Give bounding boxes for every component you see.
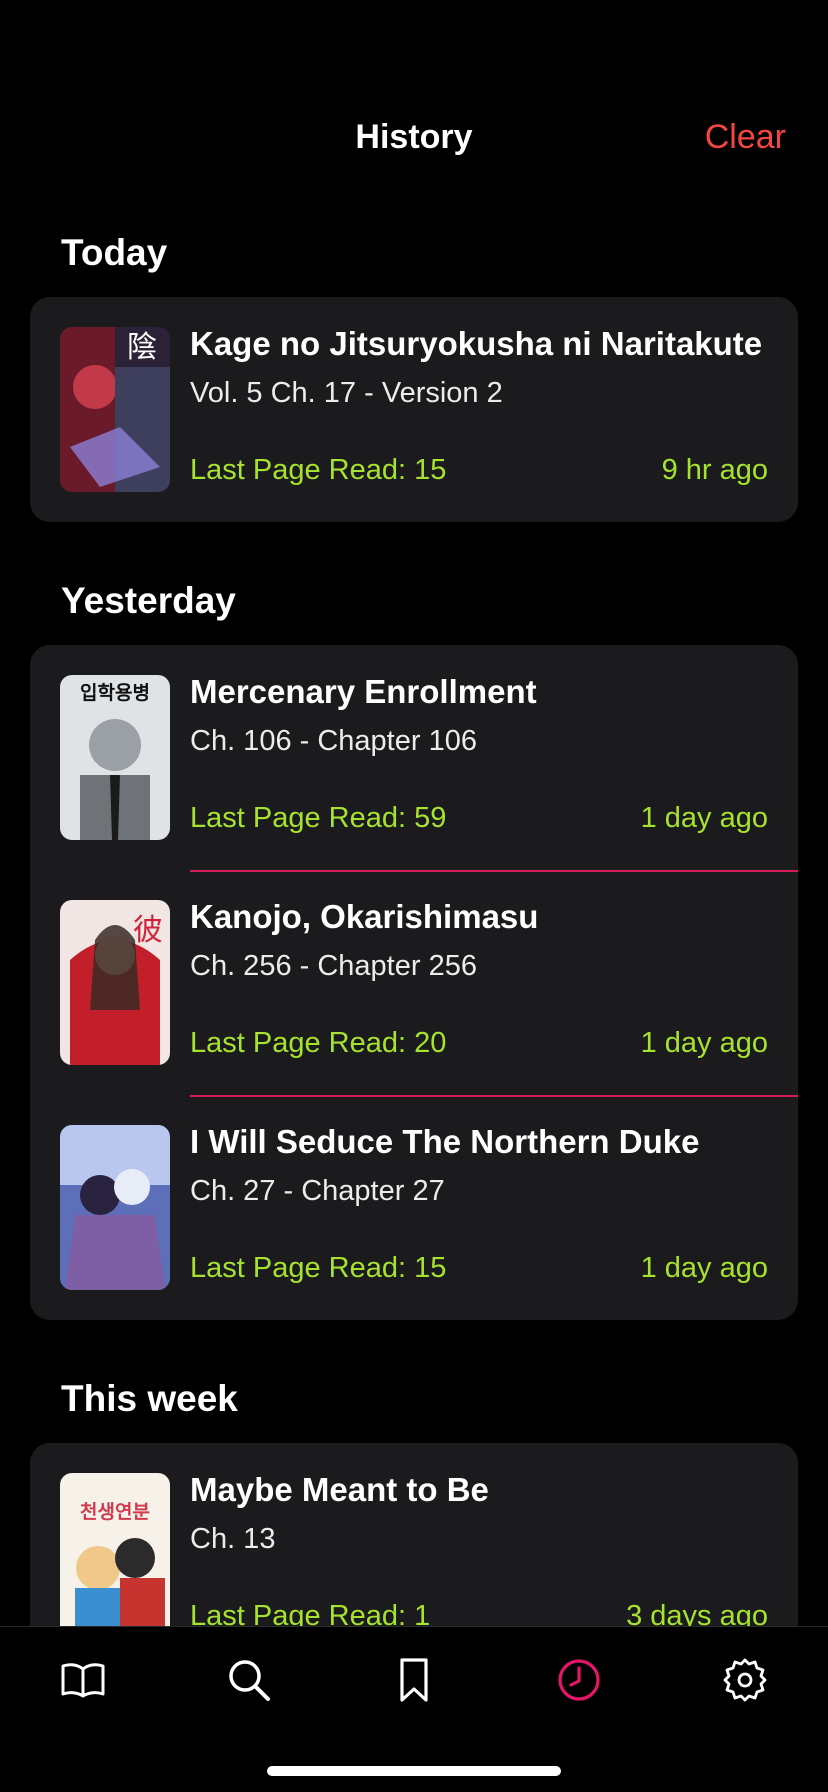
manga-title: Maybe Meant to Be (190, 1471, 489, 1508)
history-item[interactable]: 천생연분 Maybe Meant to Be Ch. 13 Last Page … (30, 1443, 798, 1626)
manga-cover: 陰 (60, 327, 170, 492)
svg-text:陰: 陰 (127, 330, 157, 365)
tab-bookmarks[interactable] (389, 1655, 439, 1705)
last-page-read: Last Page Read: 15 (190, 454, 447, 486)
svg-text:입학용병: 입학용병 (80, 682, 150, 704)
manga-cover: 천생연분 (60, 1473, 170, 1626)
chapter-label: Ch. 13 (190, 1523, 276, 1555)
gear-icon (723, 1658, 767, 1702)
read-time: 9 hr ago (661, 454, 768, 486)
section-card-yesterday: 입학용병 Mercenary Enrollment Ch. 106 - Chap… (30, 645, 798, 1320)
section-title-today: Today (61, 232, 168, 273)
bookmark-icon (400, 1658, 428, 1702)
search-icon (229, 1660, 270, 1701)
last-page-read: Last Page Read: 1 (190, 1600, 431, 1626)
section-card-today: 陰 Kage no Jitsuryokusha ni Naritakute Vo… (30, 297, 798, 522)
history-list[interactable]: Today 陰 Kage no Jitsuryokusha ni Naritak… (0, 0, 828, 1626)
tab-settings[interactable] (720, 1655, 770, 1705)
manga-title: Kage no Jitsuryokusha ni Naritakute (190, 325, 763, 362)
manga-title: Mercenary Enrollment (190, 673, 537, 710)
last-page-read: Last Page Read: 59 (190, 802, 447, 834)
read-time: 1 day ago (640, 802, 768, 834)
history-item[interactable]: I Will Seduce The Northern Duke Ch. 27 -… (30, 1095, 798, 1320)
chapter-label: Ch. 27 - Chapter 27 (190, 1175, 445, 1207)
manga-title: Kanojo, Okarishimasu (190, 898, 539, 935)
section-title-yesterday: Yesterday (61, 580, 236, 621)
section-title-this-week: This week (61, 1378, 238, 1419)
chapter-label: Ch. 256 - Chapter 256 (190, 950, 477, 982)
book-icon (61, 1663, 105, 1698)
manga-title: I Will Seduce The Northern Duke (190, 1123, 700, 1160)
history-item[interactable]: 彼 Kanojo, Okarishimasu Ch. 256 - Chapter… (30, 870, 798, 1095)
read-time: 1 day ago (640, 1027, 768, 1059)
chapter-label: Vol. 5 Ch. 17 - Version 2 (190, 377, 503, 409)
home-indicator[interactable] (267, 1766, 561, 1776)
chapter-label: Ch. 106 - Chapter 106 (190, 725, 477, 757)
manga-cover (60, 1125, 170, 1290)
manga-cover: 彼 (60, 900, 170, 1065)
history-screen: History Clear Today 陰 Kage no Jitsuryoku… (0, 0, 828, 1792)
last-page-read: Last Page Read: 15 (190, 1252, 447, 1284)
tab-history[interactable] (554, 1655, 604, 1705)
read-time: 1 day ago (640, 1252, 768, 1284)
history-item[interactable]: 陰 Kage no Jitsuryokusha ni Naritakute Vo… (30, 297, 798, 522)
history-item[interactable]: 입학용병 Mercenary Enrollment Ch. 106 - Chap… (30, 645, 798, 870)
tab-bar (0, 1626, 828, 1792)
last-page-read: Last Page Read: 20 (190, 1027, 447, 1059)
clock-icon (558, 1659, 600, 1701)
tab-search[interactable] (224, 1655, 274, 1705)
svg-text:천생연분: 천생연분 (80, 1501, 150, 1523)
section-card-this-week: 천생연분 Maybe Meant to Be Ch. 13 Last Page … (30, 1443, 798, 1626)
svg-text:彼: 彼 (133, 913, 163, 948)
read-time: 3 days ago (626, 1600, 768, 1626)
tab-library[interactable] (58, 1655, 108, 1705)
manga-cover: 입학용병 (60, 675, 170, 840)
